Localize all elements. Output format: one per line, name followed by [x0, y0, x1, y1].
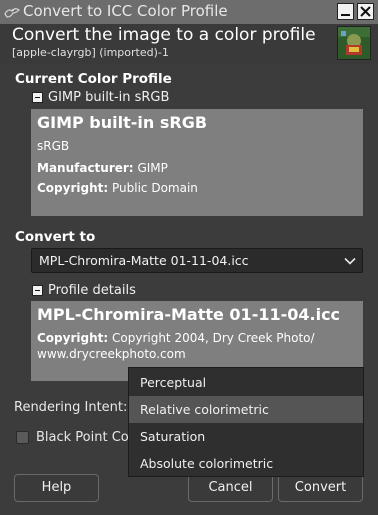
- current-profile-expander[interactable]: GIMP built-in sRGB: [32, 90, 182, 106]
- collapse-icon: [32, 285, 43, 296]
- target-profile-copyright: Copyright: Copyright 2004, Dry Creek Pho…: [37, 331, 315, 345]
- current-profile-name: GIMP built-in sRGB: [37, 113, 208, 132]
- target-profile-name: MPL-Chromira-Matte 01-11-04.icc: [37, 305, 341, 324]
- collapse-icon: [32, 92, 43, 103]
- rendering-intent-label: Rendering Intent:: [14, 400, 128, 415]
- convert-to-heading: Convert to: [15, 229, 96, 245]
- target-copyright-url: www.drycreekphoto.com: [37, 347, 186, 361]
- rendering-intent-menu: Perceptual Relative colorimetric Saturat…: [128, 367, 364, 477]
- menu-item-perceptual[interactable]: Perceptual: [129, 369, 363, 396]
- current-profile-heading: Current Color Profile: [15, 71, 172, 87]
- cancel-button[interactable]: Cancel: [188, 474, 273, 502]
- current-profile-details: GIMP built-in sRGB sRGB Manufacturer: GI…: [31, 109, 363, 216]
- manufacturer-value: GIMP: [137, 161, 168, 175]
- gimp-wilber-icon: [4, 8, 20, 18]
- target-profile-value: MPL-Chromira-Matte 01-11-04.icc: [39, 253, 249, 268]
- dialog-heading: Convert the image to a color profile: [12, 25, 316, 45]
- menu-item-saturation[interactable]: Saturation: [129, 423, 363, 450]
- copyright-label: Copyright:: [37, 181, 109, 195]
- image-thumbnail: [337, 26, 371, 60]
- manufacturer-label: Manufacturer:: [37, 161, 134, 175]
- close-button[interactable]: [357, 3, 374, 20]
- menu-item-relative-colorimetric[interactable]: Relative colorimetric: [129, 396, 363, 423]
- help-button[interactable]: Help: [14, 474, 99, 502]
- dialog-window: Convert to ICC Color Profile Convert the…: [0, 0, 378, 515]
- target-profile-combo[interactable]: MPL-Chromira-Matte 01-11-04.icc: [31, 248, 363, 273]
- target-copyright-value: Copyright 2004, Dry Creek Photo/: [112, 331, 315, 345]
- profile-details-label: Profile details: [48, 283, 136, 298]
- copyright-value: Public Domain: [112, 181, 198, 195]
- minimize-button[interactable]: [337, 3, 354, 20]
- current-profile-manufacturer: Manufacturer: GIMP: [37, 161, 168, 175]
- chevron-down-icon: [344, 257, 356, 265]
- image-name: [apple-clayrgb] (imported)-1: [12, 46, 169, 59]
- current-profile-expander-label: GIMP built-in sRGB: [48, 90, 170, 105]
- black-point-compensation-toggle[interactable]: Black Point Compensation: [16, 430, 131, 446]
- current-profile-description: sRGB: [37, 139, 70, 153]
- current-profile-copyright: Copyright: Public Domain: [37, 181, 198, 195]
- menu-item-absolute-colorimetric[interactable]: Absolute colorimetric: [129, 450, 363, 477]
- black-point-label: Black Point Compensation: [36, 430, 131, 445]
- black-point-checkbox[interactable]: [16, 431, 29, 444]
- title-bar[interactable]: Convert to ICC Color Profile: [0, 0, 378, 25]
- window-title: Convert to ICC Color Profile: [23, 2, 228, 20]
- close-icon: [360, 6, 371, 17]
- profile-details-expander[interactable]: Profile details: [32, 283, 152, 299]
- convert-button[interactable]: Convert: [278, 474, 363, 502]
- target-copyright-label: Copyright:: [37, 331, 109, 345]
- dialog-header: Convert the image to a color profile [ap…: [0, 24, 378, 64]
